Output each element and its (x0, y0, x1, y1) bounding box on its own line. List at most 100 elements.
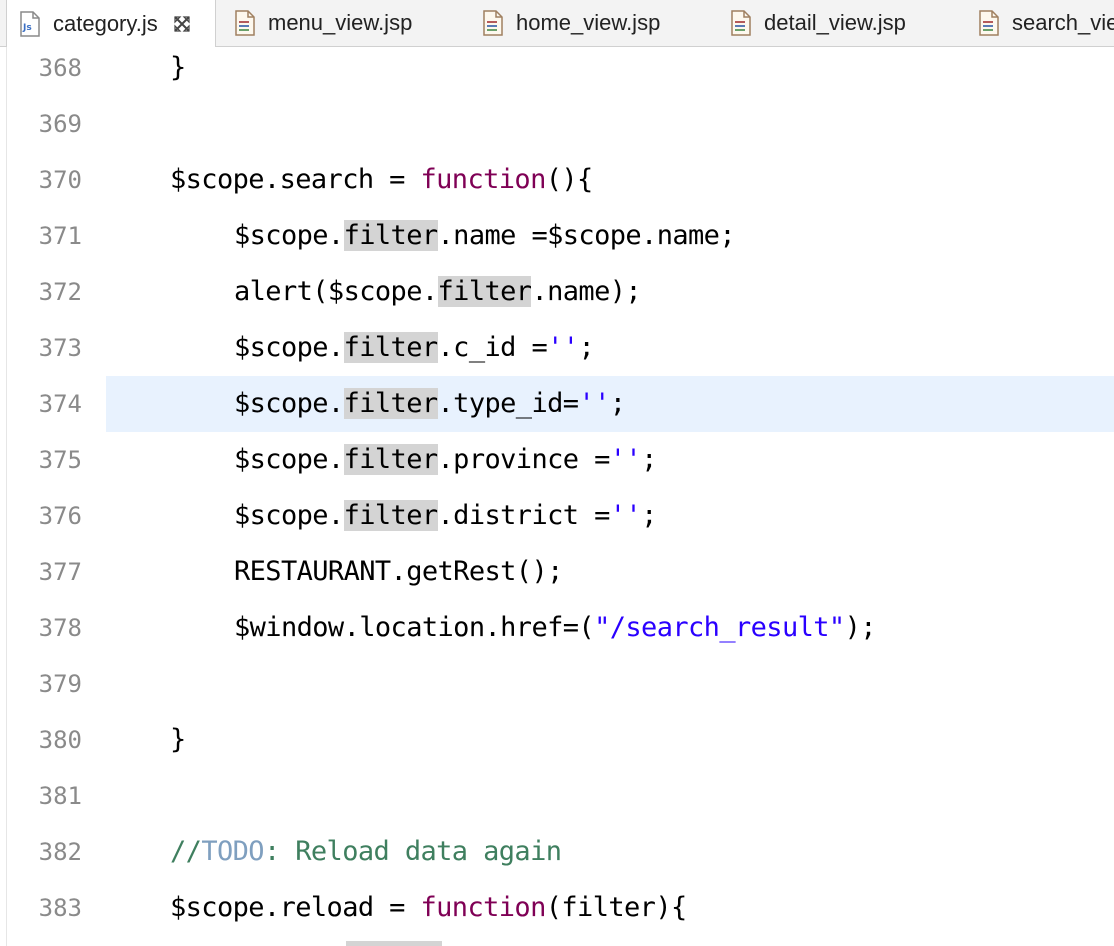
code-line[interactable]: 375 $scope.filter.province =''; (0, 432, 1114, 488)
occurrence-token: filter (437, 276, 532, 307)
line-number: 374 (38, 390, 82, 418)
line-number: 372 (38, 278, 82, 306)
jsp-file-icon (978, 10, 1000, 36)
code-line[interactable]: 377 RESTAURANT.getRest(); (0, 544, 1114, 600)
code-text: //TODO: Reload data again (170, 824, 562, 880)
code-line[interactable]: 381 (0, 768, 1114, 824)
line-number: 377 (38, 558, 82, 586)
close-icon[interactable] (172, 14, 192, 34)
code-line[interactable]: 380} (0, 712, 1114, 768)
string-token: '' (547, 332, 579, 363)
code-token: ); (844, 612, 877, 643)
code-text: $scope.filter.name =$scope.name; (234, 208, 736, 264)
code-token: ; (641, 444, 657, 475)
line-number: 371 (38, 222, 82, 250)
code-token: .name =$scope.name; (437, 220, 736, 251)
code-text: alert($scope.filter.name); (234, 264, 642, 320)
jsp-file-icon (482, 10, 504, 36)
code-token: ; (641, 500, 657, 531)
occurrence-token: filter (343, 332, 438, 363)
string-token: '' (609, 500, 642, 531)
code-token: } (170, 52, 186, 83)
code-token: $scope. (234, 332, 344, 363)
line-number: 379 (38, 670, 82, 698)
code-text: $scope.reload = function(filter){ (170, 880, 687, 936)
code-token: $scope. (234, 500, 344, 531)
occurrence-token: filter (343, 444, 438, 475)
comment-token: TODO (201, 836, 264, 867)
code-line[interactable]: 371 $scope.filter.name =$scope.name; (0, 208, 1114, 264)
tab-label: home_view.jsp (516, 10, 661, 35)
code-token: ; (609, 388, 626, 419)
tab-label: category.js (53, 10, 158, 36)
tab-label: detail_view.jsp (764, 10, 906, 35)
comment-token: : Reload data again (263, 836, 562, 867)
line-number: 369 (38, 110, 82, 138)
occurrence-token: filter (343, 500, 438, 531)
tab-label: search_vie (1012, 10, 1114, 35)
keyword-token: function (420, 164, 547, 195)
occurrence-token: filter (343, 388, 438, 419)
line-number: 376 (38, 502, 82, 530)
code-text: $scope.filter.district =''; (234, 488, 657, 544)
code-line[interactable]: 379 (0, 656, 1114, 712)
string-token: "/search_result" (594, 612, 845, 643)
code-token: (){ (545, 164, 594, 195)
code-text: $window.location.href=("/search_result")… (234, 600, 876, 656)
code-line[interactable]: 370 $scope.search = function(){ (0, 152, 1114, 208)
code-token: (filter){ (545, 892, 688, 923)
line-number: 375 (38, 446, 82, 474)
line-number: 370 (38, 166, 82, 194)
line-number: 368 (38, 54, 82, 82)
string-token: '' (578, 388, 610, 419)
code-token: .c_id = (437, 332, 548, 363)
jsp-file-icon (234, 10, 256, 36)
code-line[interactable]: 383 $scope.reload = function(filter){ (0, 880, 1114, 936)
code-line[interactable]: 376 $scope.filter.district =''; (0, 488, 1114, 544)
code-text: RESTAURANT.getRest(); (234, 544, 563, 600)
current-code-line[interactable]: 374 $scope.filter.type_id=''; (0, 376, 1114, 432)
editor-window: Js category.js menu_view.jsp home_view.j… (0, 0, 1114, 946)
code-line[interactable]: 378 $window.location.href=("/search_resul… (0, 600, 1114, 656)
jsp-file-icon (730, 10, 752, 36)
code-token: .type_id= (437, 388, 580, 419)
code-line[interactable]: 382 //TODO: Reload data again (0, 824, 1114, 880)
code-token: .province = (437, 444, 611, 475)
code-token: $scope. (234, 220, 344, 251)
line-number: 380 (38, 726, 82, 754)
code-text: $scope.filter.c_id =''; (234, 320, 595, 376)
code-text: $scope.filter.province =''; (234, 432, 657, 488)
code-token: alert($scope. (234, 276, 438, 307)
code-line[interactable]: 373 $scope.filter.c_id =''; (0, 320, 1114, 376)
occurrence-token: filter (343, 220, 438, 251)
code-editor[interactable]: 368} 369 370 $scope.search = function(){371… (0, 47, 1114, 946)
line-number: 373 (38, 334, 82, 362)
comment-token: // (170, 836, 202, 867)
code-token: $scope. (234, 444, 344, 475)
code-line[interactable]: 369 (0, 96, 1114, 152)
code-token: $scope.search = (170, 164, 421, 195)
line-number: 382 (38, 838, 82, 866)
code-text: $scope.filter.type_id=''; (234, 376, 626, 432)
code-token: .district = (437, 500, 611, 531)
code-text: $scope.search = function(){ (170, 152, 593, 208)
code-token: .name); (531, 276, 642, 307)
code-token: $window.location.href=( (234, 612, 595, 643)
line-number: 383 (38, 894, 82, 922)
code-token: $scope. (234, 388, 344, 419)
code-token: RESTAURANT.getRest(); (234, 556, 563, 587)
string-token: '' (609, 444, 642, 475)
keyword-token: function (420, 892, 547, 923)
line-number: 378 (38, 614, 82, 642)
code-line[interactable]: 368} (0, 40, 1114, 96)
js-file-icon: Js (19, 10, 41, 37)
code-text: } (170, 712, 186, 768)
tab-label: menu_view.jsp (268, 10, 413, 35)
code-token: ; (578, 332, 595, 363)
code-text: } (170, 40, 186, 96)
code-token: $scope.reload = (170, 892, 421, 923)
occurrence-highlight (346, 941, 442, 946)
code-token: } (170, 724, 186, 755)
code-line[interactable]: 372 alert($scope.filter.name); (0, 264, 1114, 320)
line-number: 381 (38, 782, 82, 810)
